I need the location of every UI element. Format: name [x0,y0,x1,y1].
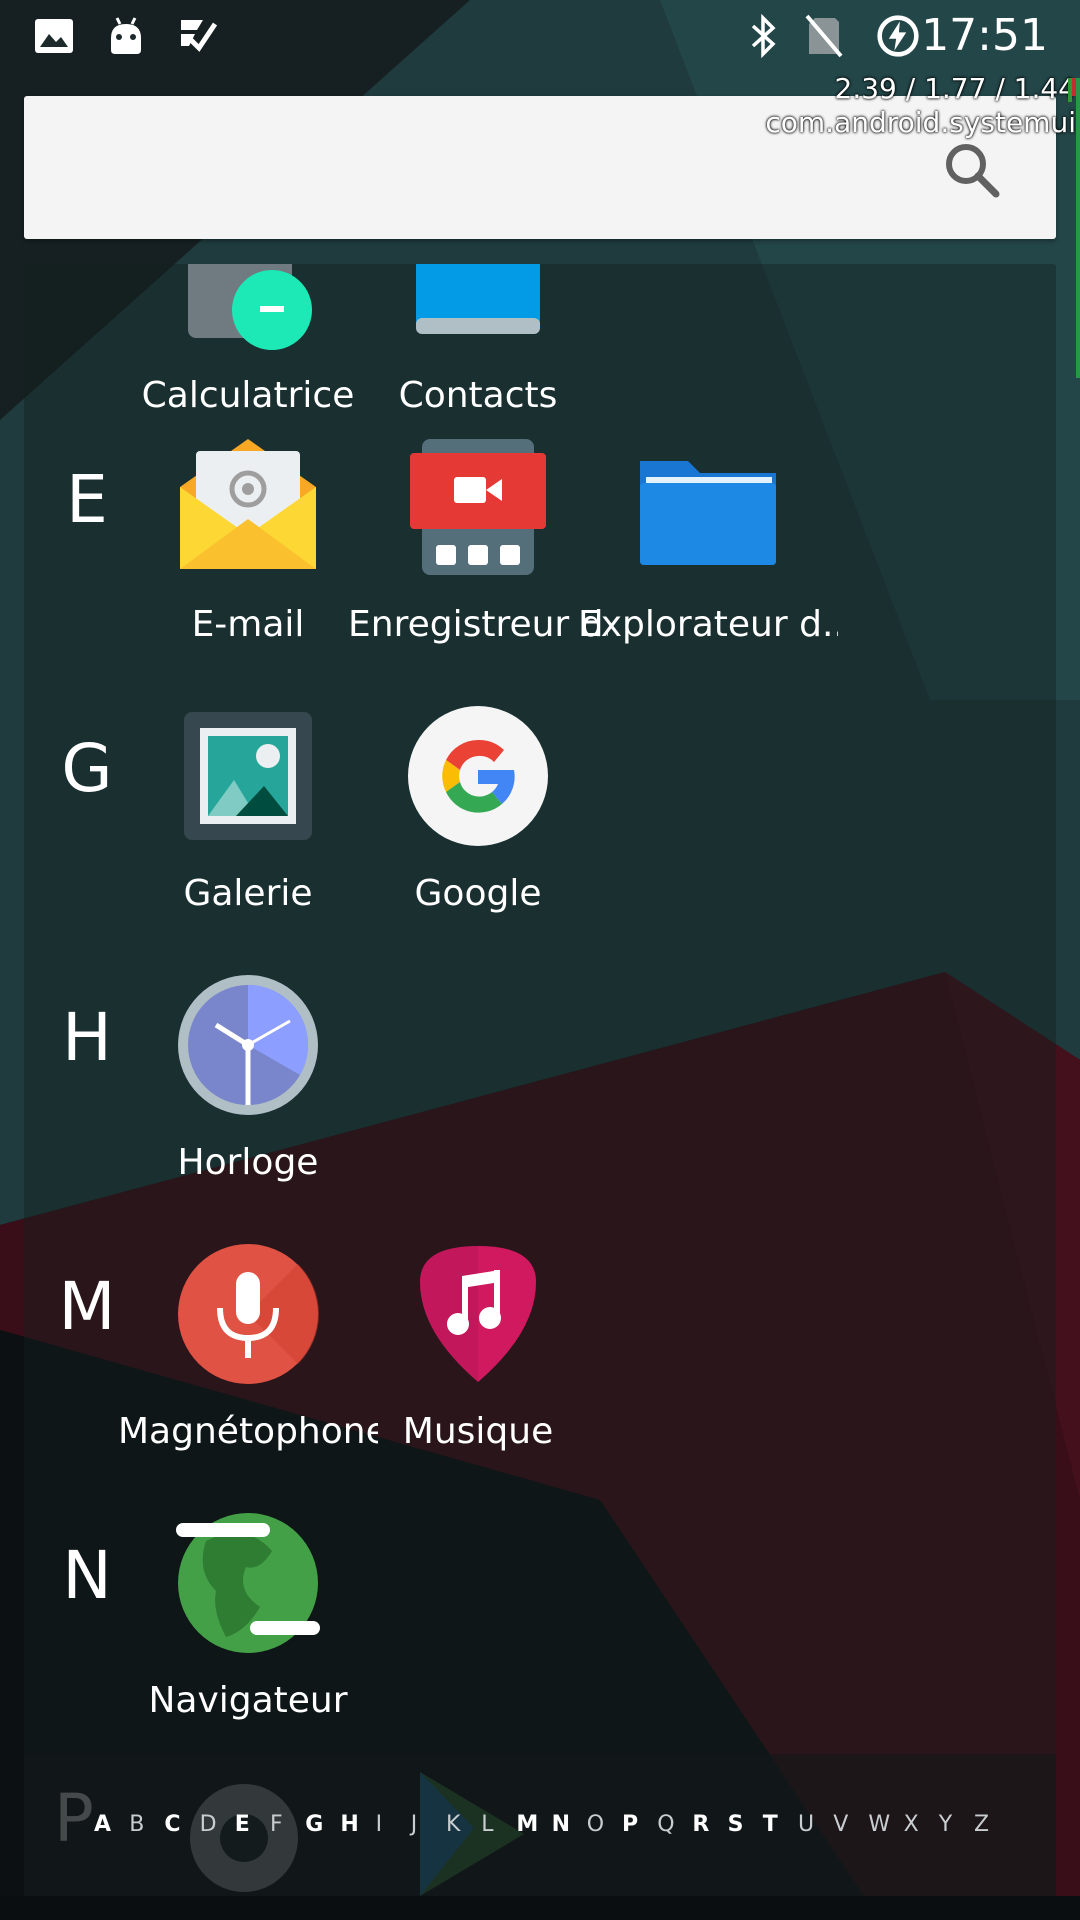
debug-load-overlay: 2.39 / 1.77 / 1.44 com.android.systemui [765,72,1076,140]
fast-scroll-letter-z[interactable]: Z [974,1810,989,1840]
app-label: Musique [402,1411,554,1452]
app-label: Navigateur [148,1680,348,1721]
fast-scroll-letter-u[interactable]: U [798,1810,814,1840]
section-m: M Magnétophone Musique [24,1232,1056,1501]
section-letter: G [61,730,113,807]
fast-scroll-letter-n[interactable]: N [552,1810,570,1840]
app-navigateur[interactable]: Navigateur [128,1501,368,1770]
app-label: Google [414,873,542,914]
google-icon [408,706,548,846]
email-icon [180,439,316,569]
fast-scroll-bar[interactable]: P ABCDEFGHIJKLMNOPQRSTUVWXYZ [24,1754,1056,1896]
app-horloge[interactable]: Horloge [128,963,368,1232]
microphone-icon [178,1244,320,1384]
fast-scroll-letter-p[interactable]: P [622,1810,638,1840]
section-letter: H [62,999,112,1076]
app-e-mail[interactable]: E-mail [128,425,368,694]
fast-scroll-letter-m[interactable]: M [516,1810,538,1840]
fast-scroll-letter-h[interactable]: H [340,1810,358,1840]
process-name-text: com.android.systemui [765,106,1076,139]
app-google[interactable]: Google [358,694,598,963]
fast-scroll-letter-g[interactable]: G [305,1810,323,1840]
gallery-notification-icon [32,14,76,58]
app-label: Galerie [183,873,313,914]
section-g: G Galerie Google [24,694,1056,963]
music-icon [420,1246,536,1382]
app-label: Magnétophone [118,1411,378,1452]
app-magnetophone[interactable]: Magnétophone [118,1232,378,1501]
fast-scroll-letter-b[interactable]: B [129,1810,144,1840]
navigation-strip [0,1896,1080,1920]
fast-scroll-letter-q[interactable]: Q [657,1810,674,1840]
clock-icon [178,975,318,1115]
section-letter: N [62,1537,112,1614]
app-galerie[interactable]: Galerie [128,694,368,963]
fast-scroll-letter-e[interactable]: E [235,1810,250,1840]
fast-scroll-current-letter: P [54,1780,94,1857]
android-debug-icon [104,14,148,58]
fast-scroll-letter-a[interactable]: A [94,1810,111,1840]
fast-scroll-letter-x[interactable]: X [904,1810,919,1840]
fast-scroll-letter-w[interactable]: W [868,1810,890,1840]
app-screen-recorder[interactable]: Enregistreur d.. [348,425,608,694]
section-n: N Navigateur [24,1501,1056,1770]
app-label: Contacts [398,375,558,416]
bluetooth-icon [742,14,786,58]
fast-scroll-letter-r[interactable]: R [692,1810,709,1840]
load-average-text: 2.39 / 1.77 / 1.44 [834,72,1077,105]
fast-scroll-letter-s[interactable]: S [728,1810,744,1840]
fast-scroll-letter-c[interactable]: C [164,1810,180,1840]
battery-charging-icon [876,14,920,58]
fast-scroll-letter-t[interactable]: T [763,1810,778,1840]
navigator-icon [176,1513,320,1653]
fast-scroll-letter-k[interactable]: K [446,1810,460,1840]
fast-scroll-letter-d[interactable]: D [200,1810,217,1840]
section-letter: E [66,461,108,538]
app-label: E-mail [191,604,305,645]
section-letter: M [58,1268,116,1345]
screen-recorder-icon [410,439,546,575]
section-e: E E-mail Enregistreur d.. Explorateur d.… [24,425,1056,694]
fast-scroll-letter-j[interactable]: J [411,1810,418,1840]
fast-scroll-letter-o[interactable]: O [587,1810,604,1840]
status-bar: 17:51 [0,0,1080,72]
fast-scroll-letter-v[interactable]: V [833,1810,848,1840]
fast-scroll-letter-f[interactable]: F [270,1810,283,1840]
status-time: 17:51 [921,10,1048,61]
fast-scroll-letter-l[interactable]: L [481,1810,493,1840]
app-label: Horloge [177,1142,319,1183]
app-file-explorer[interactable]: Explorateur d.. [578,425,838,694]
section-h: H Horloge [24,963,1056,1232]
calculator-icon [188,264,312,350]
app-drawer-list[interactable]: Calculatrice Contacts E E-mail Enregistr… [24,264,1056,1896]
fast-scroll-letter-y[interactable]: Y [939,1810,952,1840]
app-label: Enregistreur d.. [348,604,608,645]
contacts-icon [416,264,540,334]
gallery-icon [184,712,312,840]
app-musique[interactable]: Musique [358,1232,598,1501]
fast-scroll-letter-i[interactable]: I [376,1810,383,1840]
debug-load-bars [1068,78,1080,378]
app-label: Explorateur d.. [578,604,838,645]
search-icon[interactable] [942,140,1002,200]
app-label: Calculatrice [141,375,355,416]
folder-icon [640,461,776,565]
tasks-check-icon [176,14,220,58]
no-sim-icon [802,14,846,58]
